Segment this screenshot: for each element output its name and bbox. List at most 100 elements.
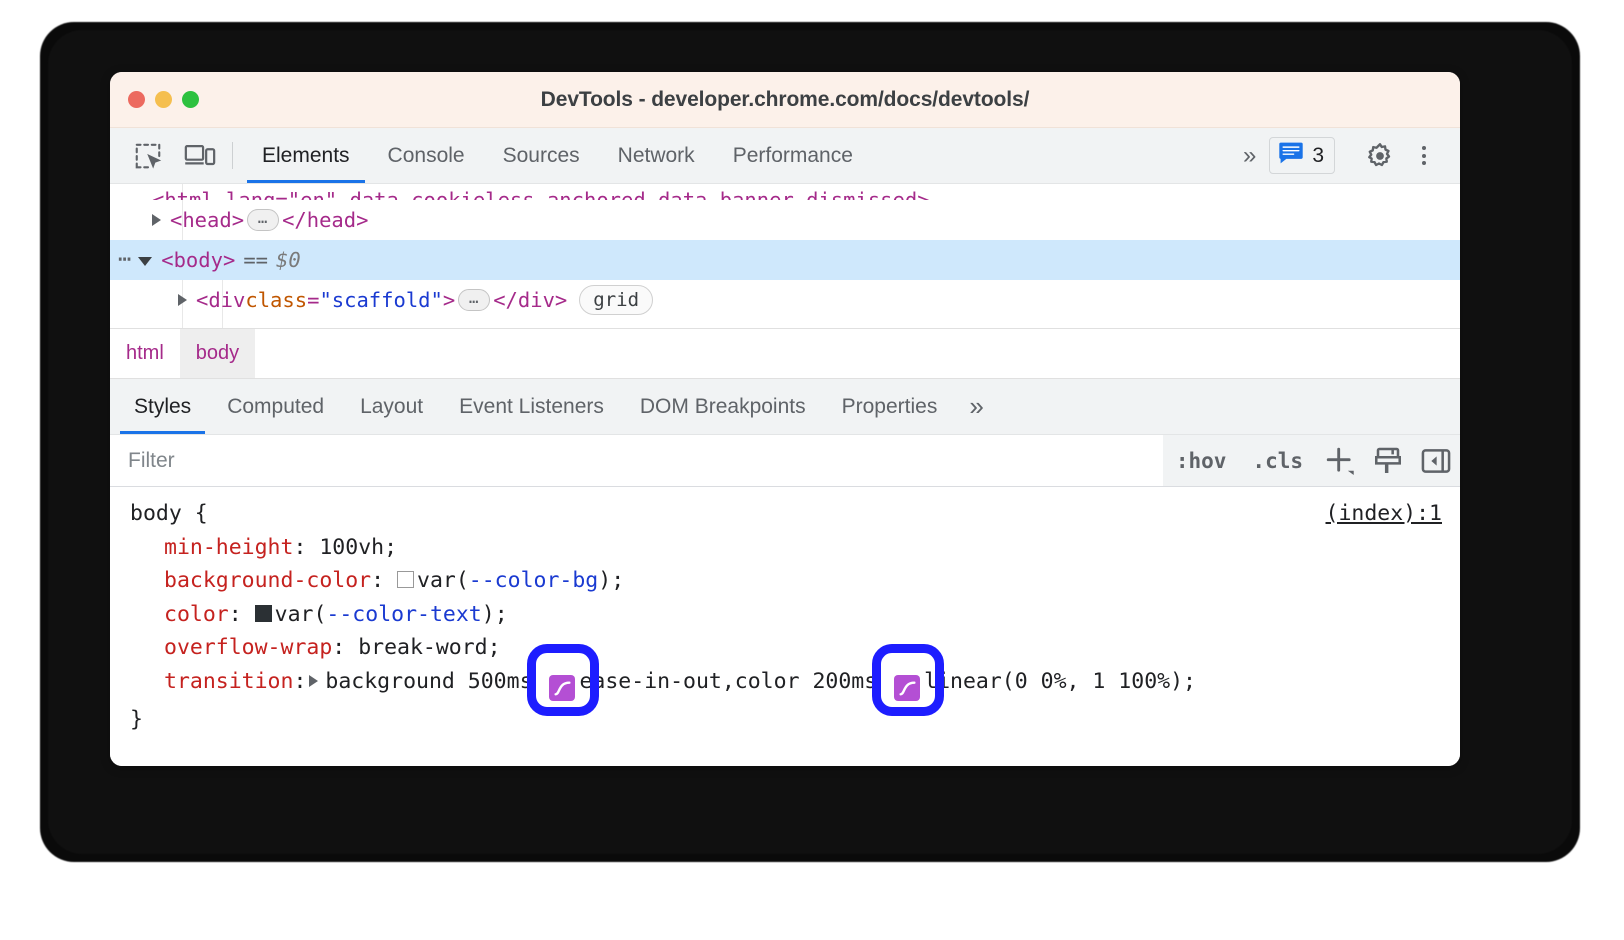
element-classes-label: .cls	[1252, 449, 1303, 473]
dom-row-body-eq: ==	[235, 248, 276, 272]
message-bubble-icon	[1278, 141, 1304, 170]
color-swatch-icon-bg[interactable]	[397, 571, 414, 588]
minimize-window-button[interactable]	[155, 91, 172, 108]
tab-layout-label: Layout	[360, 395, 423, 419]
toggle-sidebar-icon[interactable]	[1412, 435, 1460, 486]
kebab-menu-icon[interactable]	[1402, 134, 1446, 178]
breadcrumb-item-html-label: html	[126, 342, 164, 365]
messages-count: 3	[1312, 144, 1324, 168]
tab-properties-label: Properties	[842, 395, 938, 419]
close-window-button[interactable]	[128, 91, 145, 108]
inspect-element-icon[interactable]	[122, 128, 174, 183]
tab-computed[interactable]: Computed	[209, 379, 342, 434]
expand-triangle-icon[interactable]	[152, 214, 161, 226]
dom-row-html-text: <html lang="en" data-cookieless-anchored…	[152, 188, 930, 200]
easing-curve-icon-1[interactable]	[549, 675, 575, 701]
device-toolbar-icon[interactable]	[174, 128, 226, 183]
tab-event-listeners-label: Event Listeners	[459, 395, 604, 419]
declaration-color[interactable]: color: var(--color-text);	[110, 598, 1460, 632]
collapse-triangle-icon[interactable]	[138, 257, 152, 266]
tab-layout[interactable]: Layout	[342, 379, 441, 434]
tab-styles[interactable]: Styles	[116, 379, 209, 434]
declaration-background-color-colon: :	[371, 568, 384, 593]
declaration-overflow-wrap-value[interactable]: break-word;	[358, 635, 500, 660]
easing-curve-icon-2[interactable]	[894, 675, 920, 701]
tab-dom-breakpoints[interactable]: DOM Breakpoints	[622, 379, 824, 434]
dom-row-head[interactable]: <head>…</head>	[110, 200, 1460, 240]
breadcrumb-item-body[interactable]: body	[180, 329, 255, 378]
search-input[interactable]	[110, 435, 1163, 486]
dom-row-body-ref: $0	[276, 248, 301, 272]
dom-row-html[interactable]: <html lang="en" data-cookieless-anchored…	[110, 184, 1460, 200]
easing-curve-highlight-2	[890, 670, 924, 704]
row-actions-icon[interactable]: ⋯	[118, 256, 132, 265]
declaration-min-height-value[interactable]: 100vh;	[319, 535, 397, 560]
dom-row-body[interactable]: ⋯ <body>==$0	[110, 240, 1460, 280]
color-swatch-icon-text[interactable]	[255, 605, 272, 622]
messages-badge[interactable]: 3	[1269, 137, 1335, 174]
tab-console[interactable]: Console	[369, 128, 484, 183]
tab-event-listeners[interactable]: Event Listeners	[441, 379, 622, 434]
declaration-color-colon: :	[229, 602, 242, 627]
dom-row-div-scaffold[interactable]: <div class="scaffold">…</div>grid	[110, 280, 1460, 320]
dom-row-body-tag: <body>	[161, 248, 235, 272]
element-classes-button[interactable]: .cls	[1239, 435, 1316, 486]
easing-curve-highlight-1	[545, 670, 579, 704]
declaration-color-suffix: );	[482, 602, 508, 627]
declaration-overflow-wrap-property[interactable]: overflow-wrap	[164, 635, 332, 660]
dom-row-div-gt: >	[443, 288, 455, 312]
collapsed-children-icon[interactable]: …	[247, 209, 279, 231]
grid-badge[interactable]: grid	[579, 285, 653, 315]
styles-pane-tab-strip: Styles Computed Layout Event Listeners D…	[110, 379, 1460, 435]
dom-row-div-close: </div>	[493, 288, 567, 312]
tab-styles-label: Styles	[134, 395, 191, 419]
paintbrush-icon[interactable]	[1364, 435, 1412, 486]
tab-network[interactable]: Network	[599, 128, 714, 183]
declaration-background-color-suffix: );	[598, 568, 624, 593]
declaration-background-color[interactable]: background-color: var(--color-bg);	[110, 564, 1460, 598]
force-state-button[interactable]: :hov	[1163, 435, 1240, 486]
dom-row-head-open: <head>	[170, 208, 244, 232]
rule-close-brace-text: }	[130, 707, 143, 732]
more-pane-tabs-icon[interactable]: »	[955, 379, 994, 434]
toolbar-divider	[232, 142, 233, 169]
declaration-transition-property[interactable]: transition	[164, 669, 293, 694]
toolbar-right-group: » 3	[1233, 128, 1460, 183]
rule-close-brace: }	[110, 703, 1460, 737]
declaration-transition[interactable]: transition: background 500ms ease-in-out,…	[110, 665, 1460, 704]
breadcrumb-item-body-label: body	[196, 342, 239, 365]
dom-row-div-attr-name[interactable]: class	[245, 288, 307, 312]
tab-properties[interactable]: Properties	[824, 379, 956, 434]
tab-elements[interactable]: Elements	[243, 128, 369, 183]
maximize-window-button[interactable]	[182, 91, 199, 108]
dom-row-div-attr-eq: =	[307, 288, 319, 312]
declaration-transition-part3: linear(0 0%, 1 100%);	[924, 669, 1196, 694]
dom-row-div-attr-value[interactable]: "scaffold"	[319, 288, 442, 312]
tab-dom-breakpoints-label: DOM Breakpoints	[640, 395, 806, 419]
tab-performance[interactable]: Performance	[714, 128, 872, 183]
declaration-transition-part2: ease-in-out,color 200ms	[579, 669, 890, 694]
expand-triangle-icon-2[interactable]	[178, 294, 187, 306]
styles-filter-bar: :hov .cls	[110, 435, 1460, 487]
breadcrumb-item-html[interactable]: html	[110, 329, 180, 378]
plus-new-style-rule-icon[interactable]	[1316, 435, 1364, 486]
tab-computed-label: Computed	[227, 395, 324, 419]
tab-sources[interactable]: Sources	[484, 128, 599, 183]
declaration-transition-part1: background 500ms	[325, 669, 545, 694]
more-pane-tabs-label: »	[969, 391, 980, 422]
declaration-color-var[interactable]: --color-text	[326, 602, 481, 627]
rule-selector[interactable]: body {	[110, 497, 1460, 531]
more-tabs-icon[interactable]: »	[1233, 142, 1263, 170]
declaration-overflow-wrap[interactable]: overflow-wrap: break-word;	[110, 631, 1460, 665]
page-backdrop: DevTools - developer.chrome.com/docs/dev…	[0, 0, 1624, 940]
declaration-color-property[interactable]: color	[164, 602, 229, 627]
tab-sources-label: Sources	[503, 144, 580, 168]
declaration-min-height[interactable]: min-height: 100vh;	[110, 531, 1460, 565]
expand-transition-icon[interactable]	[309, 675, 318, 687]
collapsed-children-icon-2[interactable]: …	[458, 289, 490, 311]
declaration-background-color-property[interactable]: background-color	[164, 568, 371, 593]
gear-icon[interactable]	[1358, 134, 1402, 178]
declaration-background-color-var[interactable]: --color-bg	[469, 568, 598, 593]
declaration-transition-colon: :	[293, 669, 306, 694]
declaration-min-height-property[interactable]: min-height	[164, 535, 293, 560]
